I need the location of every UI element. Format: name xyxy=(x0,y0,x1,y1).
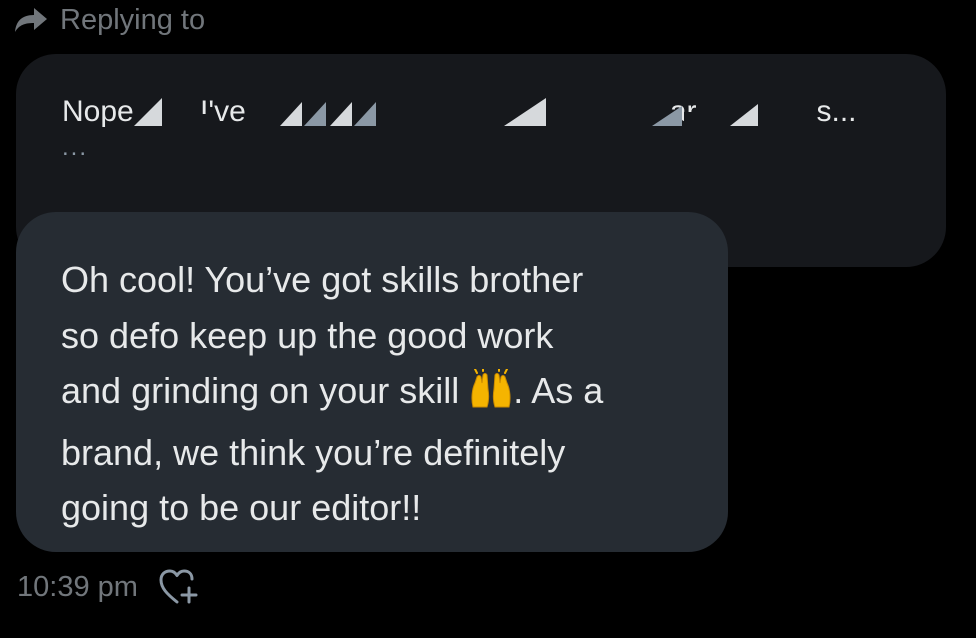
message-line-1: Oh cool! You’ve got skills brother xyxy=(61,259,584,300)
message-line-4: brand, we think you’re definitely xyxy=(61,431,566,473)
message-bubble[interactable]: Oh cool! You’ve got skills brother so de… xyxy=(16,212,728,552)
quoted-ellipsis: ... xyxy=(62,134,89,161)
replying-to-header: Replying to xyxy=(14,2,205,38)
dm-thread-view: Replying to Nope I've ar s... ... Oh coo… xyxy=(0,0,976,638)
message-line-5: going to be our editor!! xyxy=(61,487,422,528)
message-meta-row: 10:39 pm xyxy=(17,566,200,608)
message-text: Oh cool! You’ve got skills brother so de… xyxy=(61,252,688,536)
message-line-3-tail: . As a xyxy=(513,370,604,411)
replying-to-label: Replying to xyxy=(60,3,206,36)
redaction-mark xyxy=(730,104,758,126)
heart-plus-icon[interactable] xyxy=(158,566,200,608)
redaction-mark xyxy=(280,102,376,126)
message-line-3-text: and grinding on your skill xyxy=(61,370,470,411)
redaction-mark xyxy=(652,106,722,128)
quoted-end: s... xyxy=(816,95,857,128)
message-timestamp: 10:39 pm xyxy=(17,570,138,603)
raising-hands-emoji xyxy=(469,368,513,425)
redaction-mark xyxy=(504,98,612,128)
reply-arrow-icon xyxy=(14,6,48,34)
message-line-3: and grinding on your skill . As a xyxy=(61,368,604,411)
quoted-message-text: Nope I've ar s... xyxy=(62,94,902,130)
redaction-mark xyxy=(134,98,214,130)
message-line-2: so defo keep up the good work xyxy=(61,314,554,356)
quoted-prefix: Nope xyxy=(62,95,134,128)
